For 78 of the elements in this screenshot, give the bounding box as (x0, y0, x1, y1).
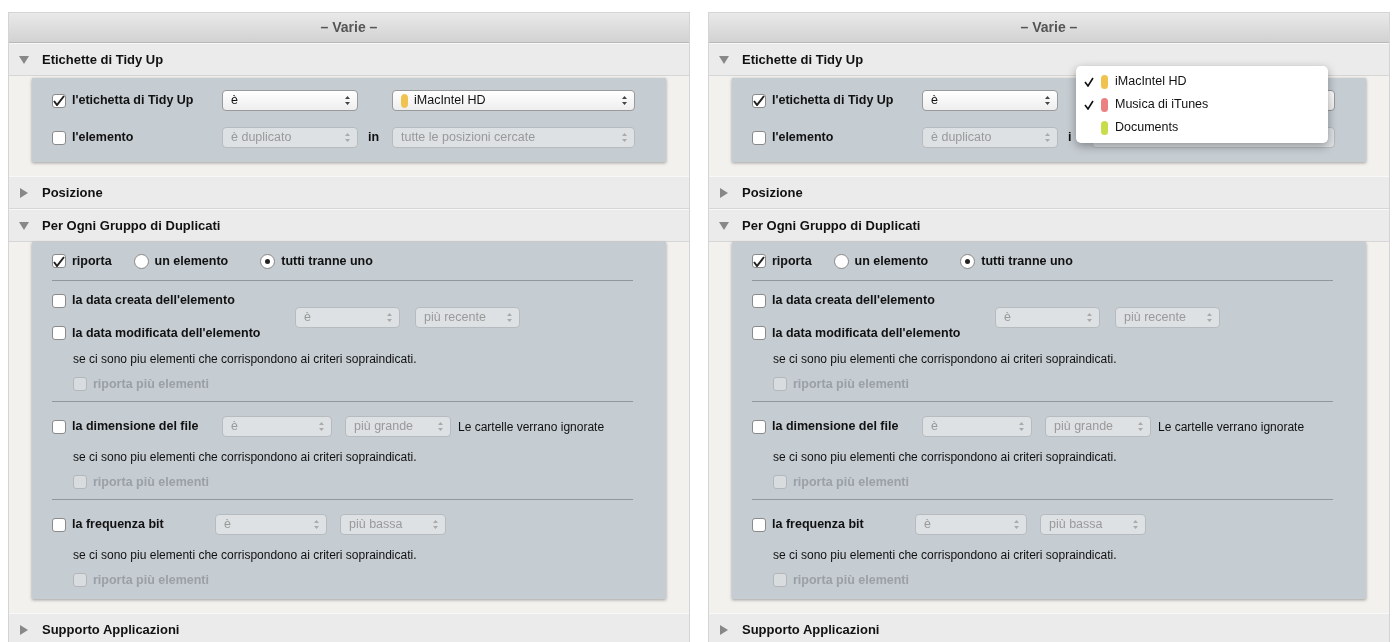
disclosure-triangle-icon (19, 54, 29, 65)
section-header[interactable]: Posizione (9, 176, 689, 209)
stepper-arrows-icon (621, 95, 628, 106)
stepper-arrows-icon (1132, 519, 1139, 530)
radio-button[interactable]: un elemento (133, 251, 229, 271)
radio-indicator[interactable] (260, 253, 276, 269)
disclosure-triangle-icon (719, 187, 729, 198)
checkbox[interactable]: la data creata dell'elemento (752, 291, 995, 310)
disclosure-triangle-icon (719, 54, 729, 65)
stepper-arrows-icon (318, 421, 325, 432)
disclosure-triangle-icon (19, 187, 29, 198)
stepper-arrows-icon (344, 132, 351, 143)
stepper-arrows-icon (344, 95, 351, 106)
disclosure-triangle-icon (719, 624, 729, 635)
help-text: se ci sono piu elementi che corrispondono ai criteri sopraindicati. (773, 547, 1117, 564)
radio-indicator[interactable] (833, 253, 849, 269)
stepper-arrows-icon (1013, 519, 1020, 530)
stepper-arrows-icon (1086, 311, 1093, 323)
section-header[interactable]: Etichette di Tidy Up (9, 43, 689, 76)
panel-title: – Varie – (320, 18, 378, 37)
stepper-arrows-icon (1137, 421, 1144, 432)
label: Le cartelle verrano ignorate (1158, 418, 1305, 436)
section-header[interactable]: Per Ogni Gruppo di Duplicati (9, 209, 689, 242)
checkbox[interactable]: l'elemento (752, 128, 922, 147)
stepper-arrows-icon (1044, 95, 1051, 106)
checkbox[interactable]: la frequenza bit (752, 515, 915, 534)
menu-item[interactable]: Documents (1076, 116, 1328, 139)
help-text: se ci sono piu elementi che corrispondono ai criteri sopraindicati. (73, 351, 417, 368)
help-text: se ci sono piu elementi che corrispondono ai criteri sopraindicati. (773, 351, 1117, 368)
stepper-arrows-icon (1206, 311, 1213, 323)
popup-button[interactable]: è (222, 90, 358, 111)
checkmark-icon (53, 95, 65, 106)
checkbox[interactable]: riporta (752, 251, 812, 271)
checkbox[interactable]: l'elemento (52, 128, 222, 147)
label: i (1068, 129, 1073, 147)
section-header[interactable]: Supporto Applicazioni (9, 613, 689, 642)
label: Le cartelle verrano ignorate (458, 418, 605, 436)
stepper-arrows-icon (506, 311, 513, 323)
help-text: se ci sono piu elementi che corrispondono ai criteri sopraindicati. (73, 449, 417, 466)
panel-title: – Varie – (1020, 18, 1078, 37)
radio-button[interactable]: tutti tranne uno (960, 251, 1073, 271)
popup-button[interactable]: iMacIntel HD (392, 90, 635, 111)
checkmark-icon (753, 255, 765, 267)
checkmark-icon (753, 95, 765, 106)
checkbox[interactable]: riporta (52, 251, 112, 271)
disclosure-triangle-icon (19, 220, 29, 231)
checkbox[interactable]: la dimensione del file (52, 417, 222, 436)
stepper-arrows-icon (437, 421, 444, 432)
radio-button[interactable]: un elemento (833, 251, 929, 271)
section-header[interactable]: Posizione (709, 176, 1389, 209)
radio-indicator[interactable] (960, 253, 976, 269)
stepper-arrows-icon (621, 132, 628, 143)
checkbox[interactable]: la frequenza bit (52, 515, 215, 534)
checkbox[interactable]: l'etichetta di Tidy Up (52, 91, 222, 110)
checkbox[interactable]: la data modificata dell'elemento (752, 324, 995, 343)
stepper-arrows-icon (1018, 421, 1025, 432)
checkbox[interactable]: la dimensione del file (752, 417, 922, 436)
disclosure-triangle-icon (719, 220, 729, 231)
checkbox[interactable]: la data creata dell'elemento (52, 291, 295, 310)
disclosure-triangle-icon (19, 624, 29, 635)
help-text: se ci sono piu elementi che corrispondono ai criteri sopraindicati. (73, 547, 417, 564)
section-header[interactable]: Per Ogni Gruppo di Duplicati (709, 209, 1389, 242)
section-header[interactable]: Supporto Applicazioni (709, 613, 1389, 642)
popup-button[interactable]: è (922, 90, 1058, 111)
checkmark-icon (1084, 76, 1094, 87)
stepper-arrows-icon (1044, 132, 1051, 143)
radio-indicator[interactable] (133, 253, 149, 269)
stepper-arrows-icon (432, 519, 439, 530)
checkmark-icon (1084, 99, 1094, 110)
label: in (368, 129, 381, 147)
radio-button[interactable]: tutti tranne uno (260, 251, 373, 271)
stepper-arrows-icon (386, 311, 393, 323)
stepper-arrows-icon (313, 519, 320, 530)
checkbox[interactable]: la data modificata dell'elemento (52, 324, 295, 343)
checkmark-icon (53, 255, 65, 267)
help-text: se ci sono piu elementi che corrispondono ai criteri sopraindicati. (773, 449, 1117, 466)
menu-item[interactable]: Musica di iTunes (1076, 93, 1328, 116)
checkbox[interactable]: l'etichetta di Tidy Up (752, 91, 922, 110)
